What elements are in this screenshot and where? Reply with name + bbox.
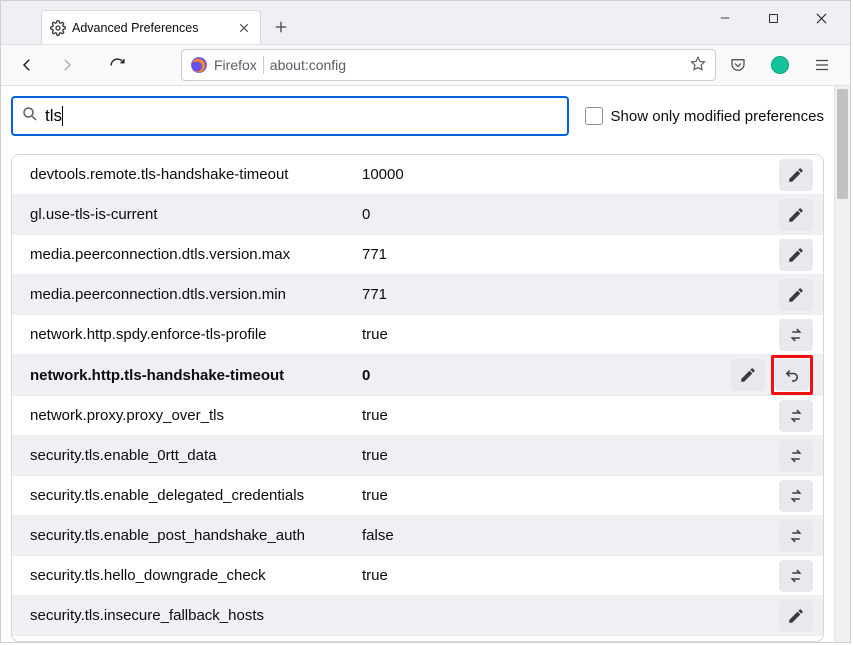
url-text: about:config [270, 57, 346, 73]
edit-button[interactable] [779, 199, 813, 231]
pref-row-actions [779, 440, 813, 472]
about-config-page: tls Show only modified preferences devto… [1, 86, 834, 642]
reset-button[interactable] [775, 359, 809, 391]
browser-tab[interactable]: Advanced Preferences [41, 10, 261, 44]
content-area: tls Show only modified preferences devto… [1, 86, 850, 642]
app-menu-button[interactable] [808, 51, 836, 79]
text-cursor [62, 106, 63, 126]
pref-name: security.tls.enable_0rtt_data [22, 447, 362, 464]
firefox-icon [190, 56, 208, 74]
pref-value: 0 [362, 206, 779, 223]
toggle-button[interactable] [779, 319, 813, 351]
pref-name: security.tls.hello_downgrade_check [22, 567, 362, 584]
pref-row[interactable]: media.peerconnection.dtls.version.max771 [12, 235, 823, 275]
pref-row[interactable]: security.tls.enable_delegated_credential… [12, 476, 823, 516]
toggle-button[interactable] [779, 560, 813, 592]
search-icon [21, 105, 39, 128]
edit-button[interactable] [779, 600, 813, 632]
edit-button[interactable] [731, 359, 765, 391]
pref-row[interactable]: gl.use-tls-is-current0 [12, 195, 823, 235]
pref-value: 771 [362, 286, 779, 303]
pref-name: security.tls.enable_delegated_credential… [22, 487, 362, 504]
url-bar[interactable]: Firefox about:config [181, 49, 716, 81]
pref-row-actions [779, 480, 813, 512]
pref-row-actions [779, 400, 813, 432]
pref-name: security.tls.insecure_fallback_hosts [22, 607, 362, 624]
reload-button[interactable] [101, 49, 133, 81]
tab-strip: Advanced Preferences [1, 1, 850, 44]
pref-row[interactable]: network.http.tls-handshake-timeout0 [12, 355, 823, 396]
edit-button[interactable] [779, 279, 813, 311]
pref-row[interactable]: security.tls.enable_post_handshake_authf… [12, 516, 823, 556]
pref-name: gl.use-tls-is-current [22, 206, 362, 223]
pref-name: network.http.spdy.enforce-tls-profile [22, 326, 362, 343]
forward-button[interactable] [51, 49, 83, 81]
pref-name: media.peerconnection.dtls.version.max [22, 246, 362, 263]
toggle-button[interactable] [779, 400, 813, 432]
window-maximize-button[interactable] [760, 5, 786, 31]
pref-name: media.peerconnection.dtls.version.min [22, 286, 362, 303]
pref-search-box[interactable]: tls [11, 96, 569, 136]
scrollbar-thumb[interactable] [837, 89, 848, 199]
pref-row-actions [731, 355, 813, 395]
checkbox-icon [585, 107, 603, 125]
pref-name: security.tls.enable_post_handshake_auth [22, 527, 362, 544]
pref-row-actions [779, 600, 813, 632]
application-window: Advanced Preferences [0, 0, 851, 643]
pref-value: true [362, 407, 779, 424]
page-scrollbar[interactable] [834, 86, 850, 642]
pref-row[interactable]: network.proxy.proxy_over_tlstrue [12, 396, 823, 436]
edit-button[interactable] [779, 159, 813, 191]
reset-highlight [771, 355, 813, 395]
pref-value: 10000 [362, 166, 779, 183]
pref-row-actions [779, 560, 813, 592]
pref-value: 0 [362, 367, 731, 384]
identity-label: Firefox [214, 57, 257, 73]
pref-row-actions [779, 159, 813, 191]
window-minimize-button[interactable] [712, 5, 738, 31]
pref-value: false [362, 527, 779, 544]
pocket-icon[interactable] [724, 51, 752, 79]
search-input-value: tls [45, 106, 62, 126]
pref-row[interactable]: network.http.spdy.enforce-tls-profiletru… [12, 315, 823, 355]
show-modified-checkbox[interactable]: Show only modified preferences [585, 107, 824, 125]
tab-title: Advanced Preferences [72, 21, 198, 35]
pref-value: 771 [362, 246, 779, 263]
pref-row[interactable]: security.tls.enable_0rtt_datatrue [12, 436, 823, 476]
prefs-table: devtools.remote.tls-handshake-timeout100… [11, 154, 824, 642]
pref-row-actions [779, 279, 813, 311]
pref-row-actions [779, 520, 813, 552]
pref-row[interactable]: media.peerconnection.dtls.version.min771 [12, 275, 823, 315]
back-button[interactable] [11, 49, 43, 81]
pref-name: network.http.tls-handshake-timeout [22, 367, 362, 384]
show-modified-label: Show only modified preferences [611, 108, 824, 125]
gear-icon [50, 20, 66, 36]
pref-row[interactable]: devtools.remote.tls-handshake-timeout100… [12, 155, 823, 195]
pref-row[interactable]: security.tls.insecure_fallback_hosts [12, 596, 823, 636]
edit-button[interactable] [779, 239, 813, 271]
window-close-button[interactable] [808, 5, 834, 31]
navigation-toolbar: Firefox about:config [1, 44, 850, 86]
pref-name: network.proxy.proxy_over_tls [22, 407, 362, 424]
extension-grammarly-icon[interactable] [766, 51, 794, 79]
pref-row-actions [779, 239, 813, 271]
new-tab-button[interactable] [267, 13, 295, 41]
pref-name: devtools.remote.tls-handshake-timeout [22, 166, 362, 183]
pref-value: true [362, 326, 779, 343]
toggle-button[interactable] [779, 440, 813, 472]
pref-value: true [362, 567, 779, 584]
pref-value: true [362, 487, 779, 504]
toggle-button[interactable] [779, 480, 813, 512]
urlbar-divider [263, 56, 264, 74]
pref-value: true [362, 447, 779, 464]
bookmark-star-icon[interactable] [689, 55, 707, 76]
pref-row-actions [779, 319, 813, 351]
close-tab-button[interactable] [236, 20, 252, 36]
toggle-button[interactable] [779, 520, 813, 552]
pref-row-actions [779, 199, 813, 231]
pref-row[interactable]: security.tls.hello_downgrade_checktrue [12, 556, 823, 596]
